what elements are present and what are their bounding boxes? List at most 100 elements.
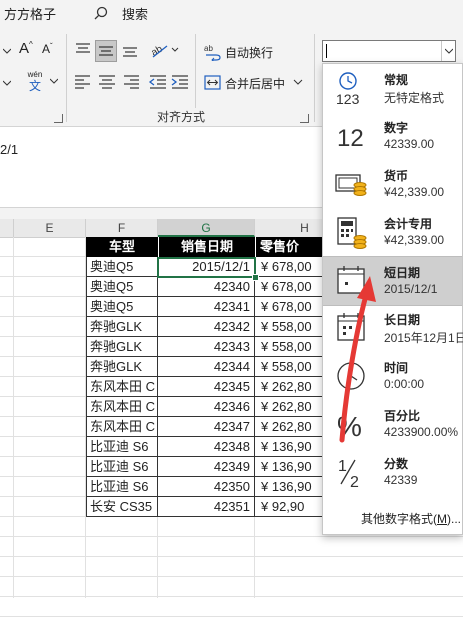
- column-header-f[interactable]: F: [86, 219, 158, 237]
- more-suffix: )...: [447, 512, 461, 526]
- orientation-icon[interactable]: ab: [150, 40, 180, 60]
- number-format-dropdown-button[interactable]: [441, 41, 456, 61]
- table-cell-sale-date[interactable]: 42349: [158, 457, 255, 477]
- table-cell-model[interactable]: 奥迪Q5: [86, 297, 158, 317]
- search-label[interactable]: 搜索: [122, 4, 148, 23]
- format-option-fraction[interactable]: 1 2 分数 42339: [323, 448, 462, 496]
- table-cell-model[interactable]: 奔驰GLK: [86, 357, 158, 377]
- align-center-icon[interactable]: [97, 72, 117, 92]
- table-cell-model[interactable]: 奥迪Q5: [86, 257, 158, 277]
- svg-text:ab: ab: [150, 43, 165, 58]
- text-caret: [326, 44, 327, 58]
- table-cell-price[interactable]: ¥ 136,90: [255, 477, 325, 497]
- table-cell-price[interactable]: ¥ 136,90: [255, 457, 325, 477]
- formula-bar-value[interactable]: 2/1: [0, 142, 18, 157]
- table-cell-price[interactable]: ¥ 558,00: [255, 357, 325, 377]
- red-pointer-arrow: [339, 276, 376, 443]
- wrap-text-button[interactable]: ab 自动换行: [204, 42, 273, 62]
- table-cell-price[interactable]: ¥ 262,80: [255, 417, 325, 437]
- table-cell-sale-date[interactable]: 42351: [158, 497, 255, 517]
- table-cell-sale-date[interactable]: 42346: [158, 397, 255, 417]
- format-option-title: 常规: [384, 73, 409, 87]
- table-cell-sale-date[interactable]: 42344: [158, 357, 255, 377]
- align-right-icon[interactable]: [121, 72, 141, 92]
- table-cell-sale-date[interactable]: 42342: [158, 317, 255, 337]
- wrap-text-icon: ab: [204, 44, 221, 61]
- format-option-number-12[interactable]: 12 数字 42339.00: [323, 112, 462, 160]
- table-cell-sale-date[interactable]: 42341: [158, 297, 255, 317]
- table-header-sale-date[interactable]: 销售日期: [158, 237, 255, 257]
- table-cell-price[interactable]: ¥ 558,00: [255, 337, 325, 357]
- number-12-icon: 12: [335, 118, 367, 154]
- table-cell-model[interactable]: 东风本田 C: [86, 377, 158, 397]
- format-option-sample: 2015/12/1: [384, 282, 438, 296]
- group-separator: [314, 34, 315, 122]
- table-cell-model[interactable]: 长安 CS35: [86, 497, 158, 517]
- format-option-general-clock[interactable]: 123 常规 无特定格式: [323, 64, 462, 112]
- table-cell-model[interactable]: 比亚迪 S6: [86, 437, 158, 457]
- more-number-formats[interactable]: 其他数字格式(M)...: [361, 510, 461, 527]
- table-cell-sale-date[interactable]: 42350: [158, 477, 255, 497]
- table-cell-price[interactable]: ¥ 678,00: [255, 257, 325, 277]
- grid-line-horizontal: [0, 576, 463, 577]
- svg-text:ab: ab: [204, 44, 213, 53]
- format-option-currency[interactable]: 货币 ¥42,339.00: [323, 160, 462, 208]
- general-clock-icon: 123: [335, 70, 367, 106]
- chevron-down-icon: [293, 79, 303, 85]
- format-option-sample: 42339: [384, 473, 418, 487]
- increase-indent-icon[interactable]: [170, 72, 190, 92]
- grid-line-horizontal: [0, 596, 463, 597]
- format-option-sample: ¥42,339.00: [384, 233, 445, 247]
- column-header-e[interactable]: E: [14, 219, 86, 237]
- table-cell-price[interactable]: ¥ 678,00: [255, 297, 325, 317]
- merge-center-icon: [204, 75, 221, 90]
- column-header-g[interactable]: G: [158, 219, 255, 237]
- align-top-icon[interactable]: [73, 40, 93, 60]
- table-header-model[interactable]: 车型: [86, 237, 158, 257]
- table-cell-price[interactable]: ¥ 678,00: [255, 277, 325, 297]
- table-cell-model[interactable]: 比亚迪 S6: [86, 477, 158, 497]
- table-cell-price[interactable]: ¥ 92,90: [255, 497, 325, 517]
- format-option-accounting[interactable]: 会计专用 ¥42,339.00: [323, 208, 462, 256]
- chevron-down-icon[interactable]: [50, 78, 58, 84]
- table-header-price[interactable]: 零售价: [255, 237, 325, 257]
- increase-font-button[interactable]: A^: [19, 40, 39, 60]
- table-cell-price[interactable]: ¥ 262,80: [255, 377, 325, 397]
- font-color-dropdown[interactable]: [0, 74, 14, 92]
- table-cell-model[interactable]: 奔驰GLK: [86, 317, 158, 337]
- table-cell-model[interactable]: 奔驰GLK: [86, 337, 158, 357]
- align-bottom-icon[interactable]: [120, 40, 140, 60]
- table-cell-model[interactable]: 东风本田 C: [86, 417, 158, 437]
- svg-text:12: 12: [337, 125, 364, 152]
- table-cell-sale-date[interactable]: 42347: [158, 417, 255, 437]
- alignment-dialog-launcher-icon[interactable]: [300, 114, 309, 123]
- table-cell-price[interactable]: ¥ 262,80: [255, 397, 325, 417]
- active-cell-border[interactable]: [157, 257, 256, 278]
- wrap-text-label: 自动换行: [225, 45, 274, 60]
- align-middle-button[interactable]: [95, 40, 117, 62]
- table-cell-sale-date[interactable]: 42348: [158, 437, 255, 457]
- font-size-dropdown[interactable]: [0, 42, 14, 60]
- more-key: M: [437, 512, 447, 526]
- decrease-indent-icon[interactable]: [148, 72, 168, 92]
- search-icon[interactable]: [94, 6, 108, 20]
- table-cell-sale-date[interactable]: 42345: [158, 377, 255, 397]
- phonetic-guide-button[interactable]: wén 文: [22, 70, 48, 98]
- table-cell-model[interactable]: 比亚迪 S6: [86, 457, 158, 477]
- table-cell-price[interactable]: ¥ 558,00: [255, 317, 325, 337]
- decrease-font-button[interactable]: Aˇ: [42, 42, 60, 60]
- fill-handle[interactable]: [252, 274, 259, 281]
- table-cell-price[interactable]: ¥ 136,90: [255, 437, 325, 457]
- table-cell-model[interactable]: 东风本田 C: [86, 397, 158, 417]
- font-dialog-launcher-icon[interactable]: [54, 114, 63, 123]
- format-option-title: 长日期: [384, 313, 421, 327]
- merge-center-button[interactable]: 合并后居中: [204, 73, 305, 93]
- table-cell-sale-date[interactable]: 42340: [158, 277, 255, 297]
- table-cell-sale-date[interactable]: 42343: [158, 337, 255, 357]
- align-left-icon[interactable]: [73, 72, 93, 92]
- number-format-combobox[interactable]: [322, 40, 456, 62]
- table-cell-model[interactable]: 奥迪Q5: [86, 277, 158, 297]
- merge-center-label: 合并后居中: [225, 76, 286, 91]
- column-header-blank[interactable]: [0, 219, 14, 237]
- chevron-down-icon: [3, 48, 11, 54]
